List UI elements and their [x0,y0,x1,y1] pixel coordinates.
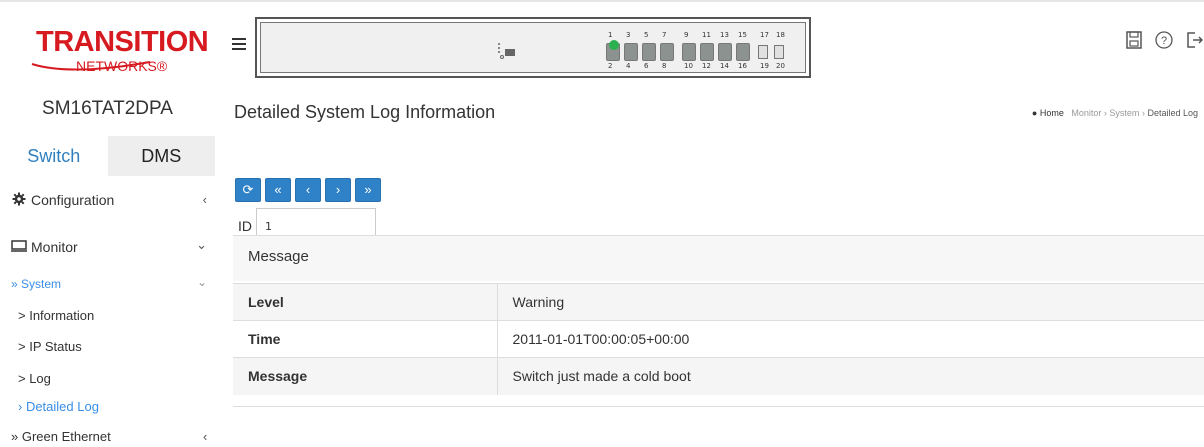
port-label-top: 7 [662,31,667,39]
next-button[interactable]: › [325,178,351,202]
previous-button[interactable]: ‹ [295,178,321,202]
sidebar-item-label: Monitor [31,239,78,255]
device-model: SM16TAT2DPA [42,98,173,119]
port-label-bottom: 8 [662,62,667,70]
breadcrumb-current: Detailed Log [1147,108,1198,118]
port-label-bottom: 20 [776,62,785,70]
port-label-top: 9 [684,31,689,39]
home-icon: ● [1031,108,1038,118]
sidebar-tabs: Switch DMS [0,136,215,176]
ethernet-port-icon[interactable] [642,43,656,61]
ethernet-port-icon[interactable] [624,43,638,61]
port-label-bottom: 2 [608,62,613,70]
port-label-bottom: 12 [702,62,711,70]
port-label-top: 17 [760,31,769,39]
sidebar-item-label: > IP Status [18,339,82,354]
sidebar-item-label: > Log [18,371,51,386]
log-detail-table: Level Warning Time 2011-01-01T00:00:05+0… [233,283,1204,395]
svg-text:?: ? [1161,35,1167,47]
port-label-bottom: 16 [738,62,747,70]
chevron-left-icon: ‹ [203,429,208,444]
page-title: Detailed System Log Information [234,102,496,122]
ethernet-port-icon[interactable] [682,43,696,61]
breadcrumb-separator: › [1141,108,1145,118]
sidebar-item-label: » Green Ethernet [11,429,111,444]
monitor-icon [11,240,27,256]
row-key: Level [233,283,497,321]
logo-main-text: TRANSITION [36,26,209,58]
breadcrumb-home[interactable]: Home [1040,108,1064,118]
divider [233,406,1204,407]
ethernet-port-icon[interactable] [700,43,714,61]
breadcrumb: ● Home Monitor › System › Detailed Log [1032,108,1198,118]
port-label-bottom: 6 [644,62,649,70]
help-icon[interactable]: ? [1154,30,1174,52]
port-label-top: 1 [608,31,613,39]
sidebar: SM16TAT2DPA Switch DMS Configuration ‹ M… [0,88,215,447]
port-label-top: 5 [644,31,649,39]
table-row: Time 2011-01-01T00:00:05+00:00 [233,320,1204,358]
port-label-bottom: 4 [626,62,631,70]
tab-switch[interactable]: Switch [0,136,108,176]
chevron-left-icon: ‹ [202,192,207,207]
table-row: Level Warning [233,283,1204,321]
console-port-icon [496,41,518,61]
switch-front-panel: 1 2 3 4 5 6 7 8 9 10 11 12 13 14 15 16 17 19 18 20 [255,17,811,78]
row-value: Switch just made a cold boot [496,357,1204,395]
sidebar-item-label: > Information [18,308,95,323]
breadcrumb-system[interactable]: System [1109,108,1139,118]
port-label-top: 3 [626,31,631,39]
sidebar-item-label: › Detailed Log [18,399,99,414]
row-value: Warning [496,283,1204,321]
port-label-top: 18 [776,31,785,39]
ethernet-port-icon[interactable] [736,43,750,61]
gear-icon [12,192,26,209]
port-label-top: 15 [738,31,747,39]
navigation-buttons: ⟳ « ‹ › » [235,178,381,202]
section-title: Message [248,248,309,265]
save-icon[interactable] [1124,30,1144,52]
first-page-button[interactable]: « [265,178,291,202]
port-label-top: 11 [702,31,711,39]
sidebar-item-label: Configuration [31,192,115,208]
transition-networks-logo: TRANSITION NETWORKS® [30,24,209,74]
chevron-down-icon: ⌄ [196,275,207,289]
sfp-port-icon[interactable] [758,45,768,59]
ethernet-port-icon[interactable] [718,43,732,61]
ethernet-port-icon[interactable] [660,43,674,61]
port-label-top: 13 [720,31,729,39]
hamburger-menu-icon[interactable] [232,38,246,50]
row-key: Message [233,357,497,395]
chevron-down-icon: ⌄ [196,237,207,252]
table-row: Message Switch just made a cold boot [233,357,1204,395]
row-value: 2011-01-01T00:00:05+00:00 [496,320,1204,358]
port-label-bottom: 19 [760,62,769,70]
ethernet-port-icon[interactable] [606,40,620,61]
link-led-icon [609,40,619,50]
main-content: Detailed System Log Information ● Home M… [215,88,1204,447]
port-label-bottom: 10 [684,62,693,70]
top-bar: TRANSITION NETWORKS® 1 2 3 4 5 6 7 8 9 10 11 12 13 14… [0,0,1204,88]
row-key: Time [233,320,497,358]
sidebar-item-label: » System [11,277,62,291]
logout-icon[interactable] [1184,30,1204,52]
ports-group: 1 2 3 4 5 6 7 8 9 10 11 12 13 14 15 16 17 19 18 20 [606,31,802,70]
tab-dms[interactable]: DMS [107,136,215,176]
logo-sub-text: NETWORKS® [76,58,168,74]
port-label-bottom: 14 [720,62,729,70]
last-page-button[interactable]: » [355,178,381,202]
breadcrumb-monitor[interactable]: Monitor [1071,108,1101,118]
refresh-button[interactable]: ⟳ [235,178,261,202]
sfp-port-icon[interactable] [774,45,784,59]
message-section-header: Message [233,235,1204,281]
breadcrumb-separator: › [1103,108,1107,118]
